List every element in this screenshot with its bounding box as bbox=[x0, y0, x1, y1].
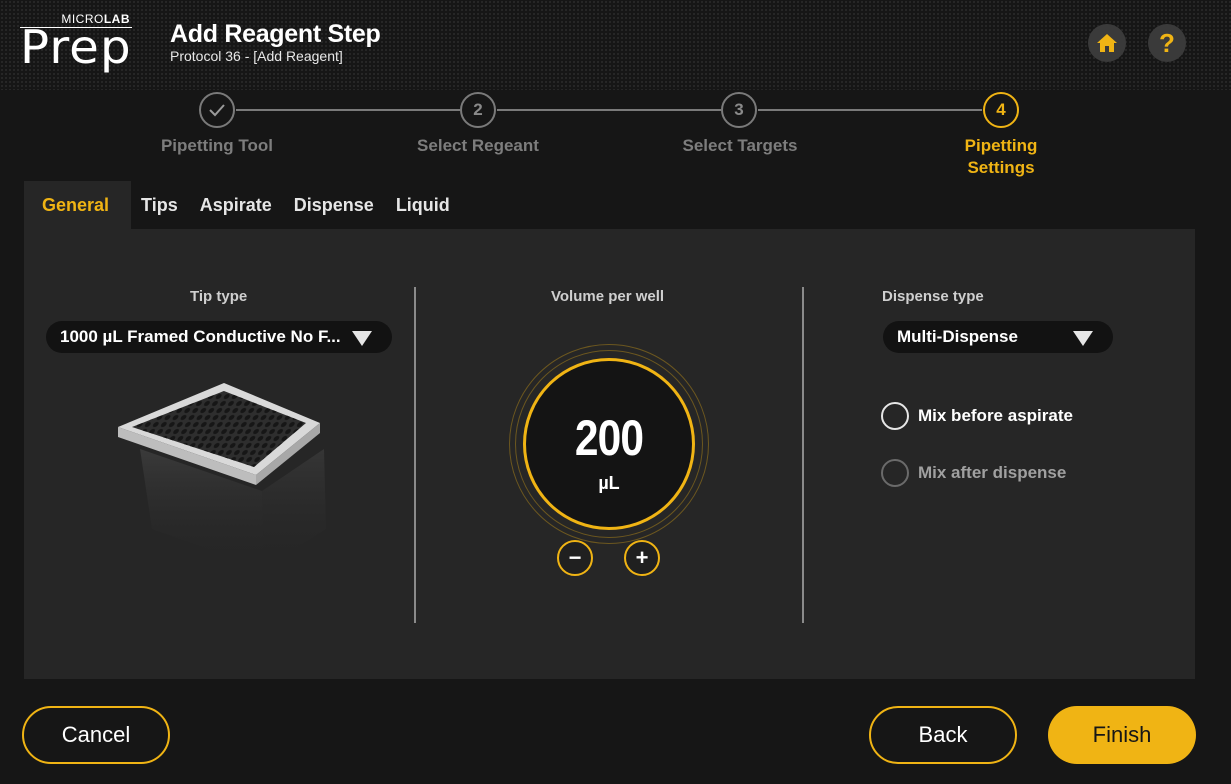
tip-type-value: 1000 µL Framed Conductive No F... bbox=[60, 327, 341, 346]
chevron-down-icon bbox=[352, 331, 372, 346]
step-1-circle[interactable] bbox=[199, 92, 235, 128]
step-2-circle[interactable]: 2 bbox=[460, 92, 496, 128]
volume-value: 200 bbox=[574, 410, 644, 466]
page-subtitle: Protocol 36 - [Add Reagent] bbox=[170, 48, 343, 64]
mix-before-aspirate-option[interactable]: Mix before aspirate bbox=[881, 402, 1073, 430]
tip-rack-image bbox=[118, 383, 326, 569]
step-4-label: Pipetting Settings bbox=[964, 136, 1038, 177]
mix-after-dispense-checkbox[interactable] bbox=[881, 459, 909, 487]
volume-unit: µL bbox=[598, 473, 620, 493]
tab-tips[interactable]: Tips bbox=[131, 181, 200, 229]
help-icon: ? bbox=[1159, 27, 1175, 58]
microlab-prep-logo: MICROLAB Prep bbox=[20, 12, 132, 72]
mix-after-dispense-label: Mix after dispense bbox=[918, 463, 1067, 482]
mix-after-dispense-option[interactable]: Mix after dispense bbox=[881, 459, 1066, 487]
page-title: Add Reagent Step bbox=[170, 20, 381, 48]
step-3-circle[interactable]: 3 bbox=[721, 92, 757, 128]
stepper-connector bbox=[236, 109, 460, 111]
tab-general[interactable]: General bbox=[24, 181, 132, 229]
stepper-connector bbox=[497, 109, 721, 111]
tab-aspirate[interactable]: Aspirate bbox=[200, 181, 294, 229]
home-icon bbox=[1097, 34, 1117, 52]
logo-prep: Prep bbox=[20, 20, 132, 74]
minus-icon: − bbox=[568, 545, 582, 570]
general-settings-panel: Tip type 1000 µL Framed Conductive No F.… bbox=[24, 229, 1195, 679]
dial-face: 200 µL bbox=[523, 358, 695, 530]
tip-type-label: Tip type bbox=[190, 288, 248, 305]
settings-tabs: General Tips Aspirate Dispense Liquid bbox=[24, 181, 472, 229]
finish-button[interactable]: Finish bbox=[1048, 706, 1196, 764]
volume-label: Volume per well bbox=[551, 288, 665, 305]
step-4-circle[interactable]: 4 bbox=[983, 92, 1019, 128]
mix-before-aspirate-label: Mix before aspirate bbox=[918, 406, 1073, 425]
volume-dial[interactable]: 200 µL bbox=[509, 344, 709, 544]
tab-dispense[interactable]: Dispense bbox=[294, 181, 396, 229]
tip-type-dropdown[interactable]: 1000 µL Framed Conductive No F... bbox=[46, 321, 392, 353]
step-1-label: Pipetting Tool bbox=[160, 136, 274, 155]
home-button[interactable] bbox=[1088, 24, 1126, 62]
step-2-label: Select Regeant bbox=[417, 136, 539, 155]
mix-before-aspirate-checkbox[interactable] bbox=[881, 402, 909, 430]
dispense-type-value: Multi-Dispense bbox=[897, 327, 1018, 346]
tab-liquid[interactable]: Liquid bbox=[396, 181, 472, 229]
back-button[interactable]: Back bbox=[869, 706, 1017, 764]
wizard-stepper: 2 3 4 Pipetting Tool Select Regeant Sele… bbox=[0, 90, 1231, 180]
increase-volume-button[interactable]: + bbox=[624, 540, 660, 576]
stepper-connector bbox=[758, 109, 982, 111]
cancel-button[interactable]: Cancel bbox=[22, 706, 170, 764]
dispense-type-label: Dispense type bbox=[882, 288, 984, 305]
column-divider bbox=[802, 287, 804, 623]
plus-icon: + bbox=[635, 545, 649, 570]
check-icon bbox=[209, 104, 225, 117]
chevron-down-icon bbox=[1073, 331, 1093, 346]
step-3-label: Select Targets bbox=[682, 136, 798, 155]
column-divider bbox=[414, 287, 416, 623]
decrease-volume-button[interactable]: − bbox=[557, 540, 593, 576]
help-button[interactable]: ? bbox=[1148, 24, 1186, 62]
dispense-type-dropdown[interactable]: Multi-Dispense bbox=[883, 321, 1113, 353]
